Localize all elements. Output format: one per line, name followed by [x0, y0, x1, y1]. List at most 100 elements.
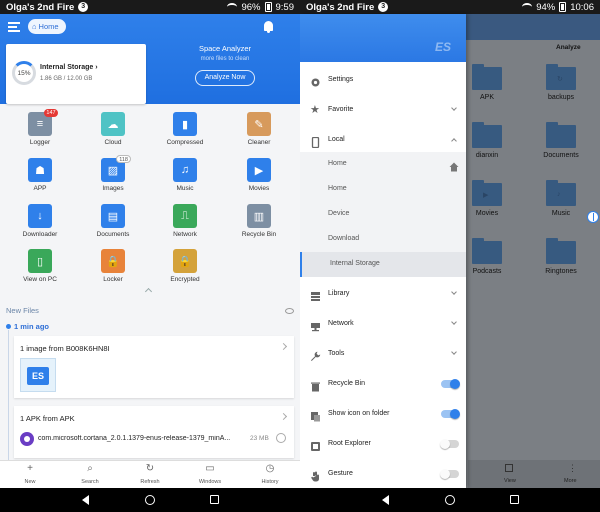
category-encrypted[interactable]: 🔒 Encrypted: [155, 245, 215, 289]
folder-icon[interactable]: ▶: [472, 180, 502, 206]
analyze-link[interactable]: Analyze: [556, 44, 581, 51]
category-cleaner[interactable]: ✎ Cleaner: [229, 108, 289, 152]
download-icon: ↓: [28, 204, 52, 228]
home-breadcrumb[interactable]: ⌂ Home: [28, 19, 66, 34]
collapse-chevron-icon[interactable]: [144, 287, 153, 296]
menu-icon[interactable]: [8, 22, 20, 32]
apk-file-size: 23 MB: [250, 435, 269, 442]
chevron-down-icon[interactable]: [451, 289, 457, 295]
drawer-item-root-explorer[interactable]: Root Explorer: [300, 432, 466, 457]
toolbar-history[interactable]: ◷ History: [240, 461, 300, 489]
recents-icon[interactable]: [210, 495, 219, 504]
drawer-item-label: Settings: [328, 76, 354, 83]
category-label: Recycle Bin: [241, 231, 277, 238]
star-icon: ★: [310, 104, 320, 116]
home-circle-icon[interactable]: [145, 495, 155, 505]
drawer-item-library[interactable]: Library: [300, 282, 466, 307]
trash-icon: [310, 379, 321, 392]
category-downloader[interactable]: ↓ Downloader: [10, 200, 70, 244]
image-thumbnail[interactable]: ES: [20, 358, 56, 392]
storage-card[interactable]: 15% Internal Storage › 1.86 GB / 12.00 G…: [6, 44, 146, 104]
more-icon[interactable]: ⋮: [568, 463, 577, 474]
back-icon[interactable]: [82, 495, 89, 505]
cleaner-icon: ✎: [247, 112, 271, 136]
category-images[interactable]: ▨ 118 Images: [83, 154, 143, 198]
folder-icon[interactable]: [472, 64, 502, 90]
local-item-download[interactable]: Download: [300, 227, 466, 252]
toolbar-windows[interactable]: ▭ Windows: [180, 461, 240, 489]
toolbar-search[interactable]: ⌕ Search: [60, 461, 120, 489]
category-music[interactable]: ♫ Music: [155, 154, 215, 198]
category-app[interactable]: ☗ APP: [10, 154, 70, 198]
gesture-toggle[interactable]: [440, 469, 459, 479]
chevron-up-icon[interactable]: [451, 138, 457, 144]
view-icon[interactable]: [505, 464, 513, 472]
bell-icon[interactable]: [264, 21, 273, 33]
count-badge: 147: [44, 109, 58, 117]
folder-icon-icon: [310, 409, 321, 422]
show-icon-toggle[interactable]: [441, 409, 460, 419]
drawer-item-gesture[interactable]: Gesture: [300, 462, 466, 487]
category-network[interactable]: ⎍ Network: [155, 200, 215, 244]
storage-usage-ring: 15%: [12, 61, 36, 85]
home-circle-icon[interactable]: [445, 495, 455, 505]
folder-icon[interactable]: [546, 122, 576, 148]
drawer-item-label: Network: [328, 320, 354, 327]
drawer-item-recycle-bin[interactable]: Recycle Bin: [300, 372, 466, 397]
folder-icon[interactable]: [546, 238, 576, 264]
recycle-bin-toggle[interactable]: [441, 379, 460, 389]
select-radio[interactable]: [276, 433, 286, 443]
category-movies[interactable]: ▶ Movies: [229, 154, 289, 198]
chevron-down-icon[interactable]: [451, 319, 457, 325]
toggle-knob: [440, 469, 450, 479]
analyze-now-button[interactable]: Analyze Now: [195, 70, 255, 86]
category-logger[interactable]: ≡ 147 Logger: [10, 108, 70, 152]
floating-handle-icon[interactable]: [587, 211, 599, 223]
category-view-on-pc[interactable]: ▯ View on PC: [10, 245, 70, 289]
root-explorer-toggle[interactable]: [440, 439, 459, 449]
folder-icon[interactable]: ↻: [546, 64, 576, 90]
folder-label: Documents: [543, 152, 579, 159]
recents-icon[interactable]: [510, 495, 519, 504]
drawer-item-show-icon-on-folder[interactable]: Show icon on folder: [300, 402, 466, 427]
chevron-down-icon[interactable]: [451, 105, 457, 111]
drawer-item-tools[interactable]: Tools: [300, 342, 466, 367]
chevron-down-icon[interactable]: [451, 349, 457, 355]
drawer-item-network[interactable]: Network: [300, 312, 466, 337]
drawer-item-label: Show icon on folder: [328, 410, 390, 417]
folder-icon[interactable]: [472, 238, 502, 264]
toolbar-new[interactable]: + New: [0, 461, 60, 489]
chevron-right-icon[interactable]: [279, 342, 288, 351]
category-label: Cleaner: [247, 139, 271, 146]
time-ago: 1 min ago: [14, 322, 50, 331]
home-icon[interactable]: [449, 159, 459, 172]
category-recycle-bin[interactable]: ▥ Recycle Bin: [229, 200, 289, 244]
category-compressed[interactable]: ▮ Compressed: [155, 108, 215, 152]
local-item-device[interactable]: Device: [300, 202, 466, 227]
drawer-item-local[interactable]: Local: [300, 128, 466, 153]
eye-icon[interactable]: [285, 308, 294, 314]
folder-icon[interactable]: [472, 122, 502, 148]
drawer-item-favorite[interactable]: ★ Favorite: [300, 98, 466, 123]
category-documents[interactable]: ▤ Documents: [83, 200, 143, 244]
back-icon[interactable]: [382, 495, 389, 505]
recent-images-card[interactable]: 1 image from B008K6HN8I ES: [14, 336, 294, 398]
toolbar-refresh[interactable]: ↻ Refresh: [120, 461, 180, 489]
local-item-home[interactable]: Home: [300, 152, 466, 177]
drawer-item-settings[interactable]: Settings: [300, 68, 466, 93]
storage-size: 1.86 GB / 12.00 GB: [40, 76, 93, 82]
category-locker[interactable]: 🔒 Locker: [83, 245, 143, 289]
count-badge: 118: [116, 155, 131, 163]
drawer-header: ES: [300, 14, 466, 62]
recent-apk-card[interactable]: 1 APK from APK com.microsoft.cortana_2.0…: [14, 406, 294, 458]
storage-percent: 15%: [17, 69, 31, 77]
card-title: 1 image from B008K6HN8I: [20, 344, 110, 353]
home-breadcrumb-label: Home: [38, 22, 59, 31]
category-cloud[interactable]: ☁ Cloud: [83, 108, 143, 152]
folder-icon[interactable]: ♪: [546, 180, 576, 206]
wrench-icon: [310, 349, 321, 361]
timeline-line: [8, 330, 9, 460]
chevron-right-icon[interactable]: [279, 412, 288, 421]
local-item-internal-storage[interactable]: Internal Storage: [300, 252, 466, 277]
local-item-home-2[interactable]: Home: [300, 177, 466, 202]
